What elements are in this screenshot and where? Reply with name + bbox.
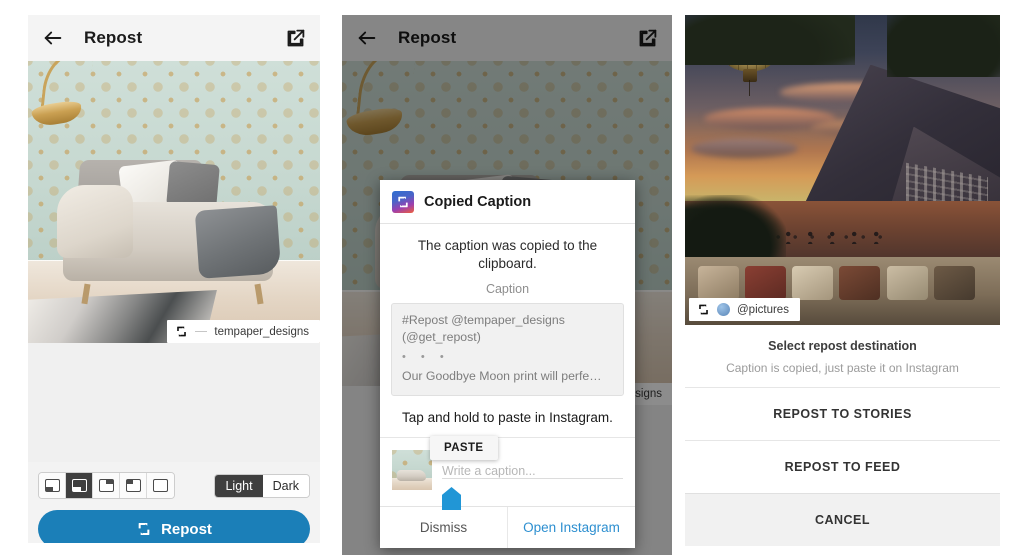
pillow — [933, 266, 975, 301]
paste-tooltip[interactable]: PASTE — [430, 436, 498, 461]
avatar — [717, 303, 730, 316]
dialog-message: The caption was copied to the clipboard. — [417, 238, 598, 271]
screenshot-stage: Repost tempaper_designs Light Dark Repos… — [0, 0, 1024, 555]
phone-screen-1: Repost tempaper_designs Light Dark Repos… — [28, 15, 320, 543]
foliage-top-right — [886, 15, 1000, 77]
balloon-tether — [748, 80, 750, 96]
cloud — [691, 139, 799, 158]
dialog-title: Copied Caption — [424, 194, 532, 210]
theme-option-light[interactable]: Light — [215, 474, 263, 497]
pillow — [886, 266, 928, 301]
paste-instruction: Tap and hold to paste in Instagram. — [380, 396, 635, 439]
caption-preview-box[interactable]: #Repost @tempaper_designs (@get_repost) … — [391, 302, 624, 397]
page-title-1: Repost — [84, 28, 143, 47]
sheet-header: Select repost destination Caption is cop… — [685, 325, 1000, 387]
text-cursor-handle[interactable] — [442, 487, 461, 511]
options-row: Light Dark — [38, 472, 310, 499]
back-arrow-icon[interactable] — [42, 27, 64, 49]
caption-line-2: Our Goodbye Moon print will perfe… — [402, 369, 602, 384]
badge-position-selector[interactable] — [38, 472, 175, 499]
theme-toggle[interactable]: Light Dark — [214, 473, 310, 498]
sheet-title: Select repost destination — [768, 339, 917, 353]
paste-demo-row: Write a caption... — [392, 450, 623, 491]
position-option-bottom-left[interactable] — [39, 473, 66, 498]
attribution-badge-1: tempaper_designs — [167, 320, 320, 343]
position-bottom-left-large-icon — [71, 479, 87, 492]
throw-blanket — [195, 204, 282, 279]
repost-icon — [175, 325, 188, 338]
position-option-top-right[interactable] — [93, 473, 120, 498]
dialog-header: Copied Caption — [380, 180, 635, 224]
position-top-left-icon — [125, 479, 141, 492]
dialog-actions: Dismiss Open Instagram — [380, 506, 635, 549]
copied-caption-dialog: Copied Caption The caption was copied to… — [380, 180, 635, 549]
repost-icon — [136, 521, 152, 537]
caption-line-1: #Repost @tempaper_designs (@get_repost) — [402, 312, 565, 345]
position-none-icon — [153, 479, 168, 492]
phone-screen-2: Repost esigns Copied Caption The caption… — [342, 15, 672, 555]
attribution-username-1: tempaper_designs — [214, 325, 309, 338]
attribution-username-3: @pictures — [737, 303, 789, 316]
external-link-icon[interactable] — [285, 28, 306, 49]
pillow — [697, 266, 739, 301]
phone-screen-3: @pictures Select repost destination Capt… — [685, 15, 1000, 555]
dismiss-button[interactable]: Dismiss — [380, 507, 508, 549]
repost-button[interactable]: Repost — [38, 510, 310, 543]
position-option-bottom-left-large[interactable] — [66, 473, 93, 498]
repost-icon — [697, 303, 710, 316]
caption-label: Caption — [485, 281, 530, 296]
sunset-landscape-image — [685, 15, 1000, 325]
foliage-bottom-left — [685, 194, 786, 263]
thumbnail-image — [392, 450, 432, 491]
repost-to-feed-option[interactable]: REPOST TO FEED — [685, 440, 1000, 493]
avatar-placeholder — [195, 330, 208, 333]
repost-destination-sheet: Select repost destination Caption is cop… — [685, 325, 1000, 546]
repost-to-stories-option[interactable]: REPOST TO STORIES — [685, 387, 1000, 440]
app-bar-1: Repost — [28, 15, 320, 61]
pillow — [839, 266, 881, 301]
position-top-right-icon — [98, 479, 114, 492]
open-instagram-button[interactable]: Open Instagram — [508, 507, 635, 548]
room-image — [28, 61, 320, 343]
pillow — [744, 266, 786, 301]
caption-separator: • • • — [402, 351, 450, 364]
post-thumbnail — [392, 450, 432, 491]
attribution-badge-3: @pictures — [689, 298, 800, 321]
sofa-body — [396, 470, 426, 482]
theme-option-dark[interactable]: Dark — [262, 474, 309, 497]
repost-photo-1[interactable]: tempaper_designs — [28, 61, 320, 343]
sofa-arm — [57, 185, 134, 259]
sheet-subtitle: Caption is copied, just paste it on Inst… — [726, 361, 959, 375]
repost-button-label: Repost — [161, 520, 212, 538]
paste-demo: Write a caption... PASTE — [380, 436, 635, 511]
position-option-top-left[interactable] — [120, 473, 147, 498]
repost-app-icon — [392, 191, 414, 213]
foliage-top-left — [685, 15, 856, 65]
cancel-option[interactable]: CANCEL — [685, 493, 1000, 546]
position-option-none[interactable] — [147, 473, 174, 498]
repost-photo-3[interactable]: @pictures — [685, 15, 1000, 325]
pillow — [792, 266, 834, 301]
empty-canvas-area — [28, 343, 320, 462]
position-bottom-left-icon — [44, 479, 60, 492]
repost-controls: Light Dark Repost — [28, 462, 320, 543]
